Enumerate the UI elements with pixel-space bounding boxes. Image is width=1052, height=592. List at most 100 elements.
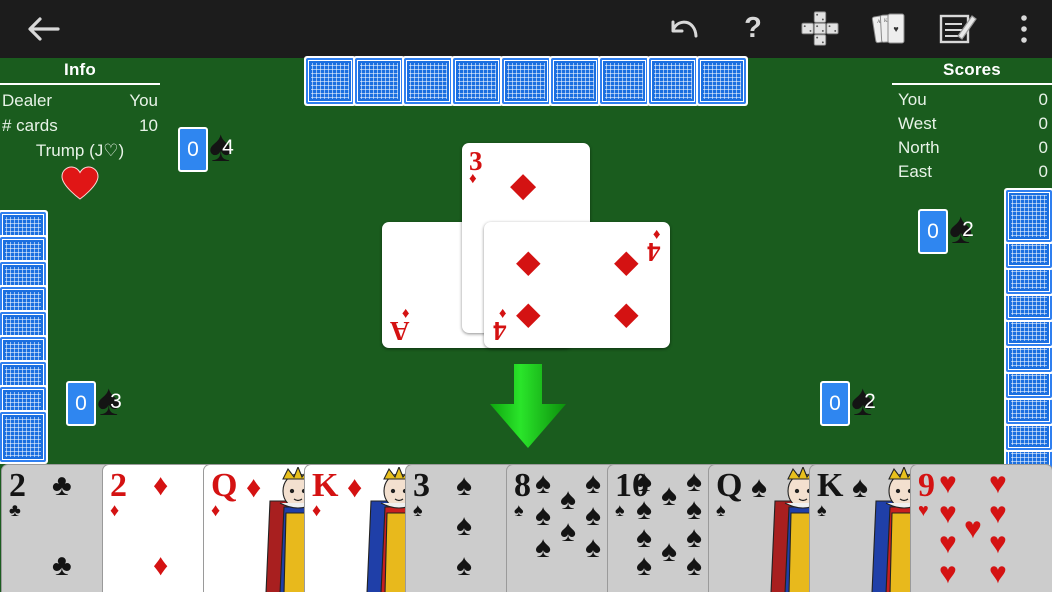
suit-pip: ♠	[585, 531, 601, 564]
diamond-pip: ◆	[516, 243, 541, 279]
info-panel: Info Dealer You # cards 10 Trump (J♡)	[0, 60, 160, 206]
suit-pip: ♠	[535, 467, 551, 500]
east-tricks: ♠ 2	[949, 206, 987, 254]
diamond-pip: ◆	[516, 295, 541, 331]
hand-card-rank: Q	[211, 467, 238, 504]
suit-pip: ♠	[456, 549, 472, 582]
overflow-menu-icon[interactable]	[1004, 10, 1044, 48]
svg-text:A: A	[877, 20, 881, 25]
suit-pip: ♠	[456, 469, 472, 502]
info-panel-title: Info	[64, 60, 96, 79]
score-row-east: East 0	[892, 160, 1052, 184]
east-card-back	[1004, 188, 1052, 244]
info-divider	[0, 83, 160, 85]
info-row-dealer: Dealer You	[0, 88, 160, 113]
score-row-you: You 0	[892, 88, 1052, 112]
south-tricks-value: 2	[864, 389, 876, 413]
card-back-pattern	[404, 58, 452, 104]
suit-pip: ♠	[661, 535, 677, 568]
card-back-pattern	[1006, 190, 1052, 242]
cards-fan-icon[interactable]: ♥ AK	[870, 10, 910, 48]
west-tricks-value: 3	[110, 389, 122, 413]
north-card-back	[647, 56, 699, 106]
score-you-value: 0	[1038, 90, 1048, 109]
north-card-back	[549, 56, 601, 106]
card-back-pattern	[0, 412, 46, 462]
hand-card-rank: Q	[716, 467, 743, 504]
scores-panel-title: Scores	[943, 60, 1001, 79]
undo-icon[interactable]	[664, 10, 704, 48]
top-toolbar: ? ♥ A K	[0, 0, 1052, 58]
hand-card-corner: Q ♠	[716, 467, 743, 520]
suit-pip: ♠	[585, 467, 601, 500]
suit-pip: ♠	[636, 549, 652, 582]
suit-pip: ♦	[153, 549, 169, 582]
turn-indicator-arrow	[487, 362, 569, 455]
diamond-pip: ◆	[510, 166, 537, 204]
diamond-pip: ◆	[614, 295, 639, 331]
suit-pip: ♥	[939, 467, 957, 500]
suit-pip: ♣	[52, 549, 72, 582]
hand-card-pips: ♥ ♥ ♥ ♥ ♥ ♥ ♥ ♥ ♥	[911, 465, 1052, 592]
suit-pip: ♠	[456, 509, 472, 542]
west-bid-card: 0	[66, 381, 96, 426]
info-numcards-label: # cards	[2, 116, 58, 135]
suit-pip: ♥	[989, 497, 1007, 530]
trick-north-corner: 3 ♦	[469, 148, 483, 187]
west-card-back	[0, 410, 48, 464]
suit-pip: ♣	[52, 469, 72, 502]
suit-pip: ♠	[560, 515, 576, 548]
svg-text:♥: ♥	[893, 24, 898, 34]
score-west-value: 0	[1038, 114, 1048, 133]
card-back-pattern	[502, 58, 550, 104]
south-tricks: ♠ 2	[851, 378, 889, 426]
svg-text:?: ?	[744, 13, 762, 44]
north-card-back	[402, 56, 454, 106]
card-back-pattern	[698, 58, 746, 104]
scores-divider	[892, 83, 1052, 85]
south-bid-card: 0	[820, 381, 850, 426]
suit-pip: ♠	[535, 531, 551, 564]
east-bid-card: 0	[918, 209, 948, 254]
suit-pip: ♥	[939, 557, 957, 590]
suit-pip: ♠	[686, 549, 702, 582]
player-hand: 2 ♣ ♣ ♣ 2 ♦ ♦ ♦ Q ♦ ♦ K ♦ ♦ 3 ♠ ♠ ♠ ♠ 8 …	[0, 464, 1052, 592]
suit-pip: ♥	[989, 527, 1007, 560]
back-button[interactable]	[22, 12, 66, 46]
hand-card-corner: Q ♦	[211, 467, 238, 520]
card-back-pattern	[306, 58, 354, 104]
suit-pip: ♥	[939, 527, 957, 560]
card-back-pattern	[600, 58, 648, 104]
score-row-west: West 0	[892, 112, 1052, 136]
score-you-label: You	[898, 90, 927, 109]
help-icon[interactable]: ?	[733, 10, 773, 48]
north-tricks-value: 4	[222, 135, 234, 159]
suit-pip: ♠	[535, 499, 551, 532]
trick-east-corner: 4 ♦	[647, 226, 661, 267]
info-dealer-value: You	[129, 91, 158, 110]
counter-south: 0 ♠ 2	[820, 378, 889, 426]
trick-east-corner-2: 4 ♦	[493, 305, 507, 346]
suit-pip: ♥	[939, 497, 957, 530]
suit-pip: ♠	[585, 499, 601, 532]
diamond-pip: ◆	[614, 243, 639, 279]
suit-pip: ♥	[989, 467, 1007, 500]
north-card-back	[353, 56, 405, 106]
hand-card[interactable]: 9 ♥ ♥ ♥ ♥ ♥ ♥ ♥ ♥ ♥ ♥	[910, 464, 1052, 592]
score-north-value: 0	[1038, 138, 1048, 157]
trick-west-corner: A ♦	[390, 305, 410, 346]
hand-card-rank: K	[817, 467, 844, 504]
scorepad-icon[interactable]	[938, 10, 978, 48]
card-layout-icon[interactable]	[800, 10, 840, 48]
trick-east-rank-2: 4	[493, 316, 507, 346]
card-back-pattern	[453, 58, 501, 104]
info-numcards-value: 10	[139, 116, 158, 135]
score-row-north: North 0	[892, 136, 1052, 160]
score-east-label: East	[898, 162, 933, 181]
trick-card-east: 4 ♦ 4 ♦ ◆ ◆ ◆ ◆	[484, 222, 670, 348]
suit-pip: ♦	[153, 469, 169, 502]
trick-west-rank: A	[390, 316, 410, 346]
suit-pip: ♥	[964, 512, 982, 545]
suit-pip: ♠	[661, 479, 677, 512]
suit-pip: ♠	[560, 483, 576, 516]
